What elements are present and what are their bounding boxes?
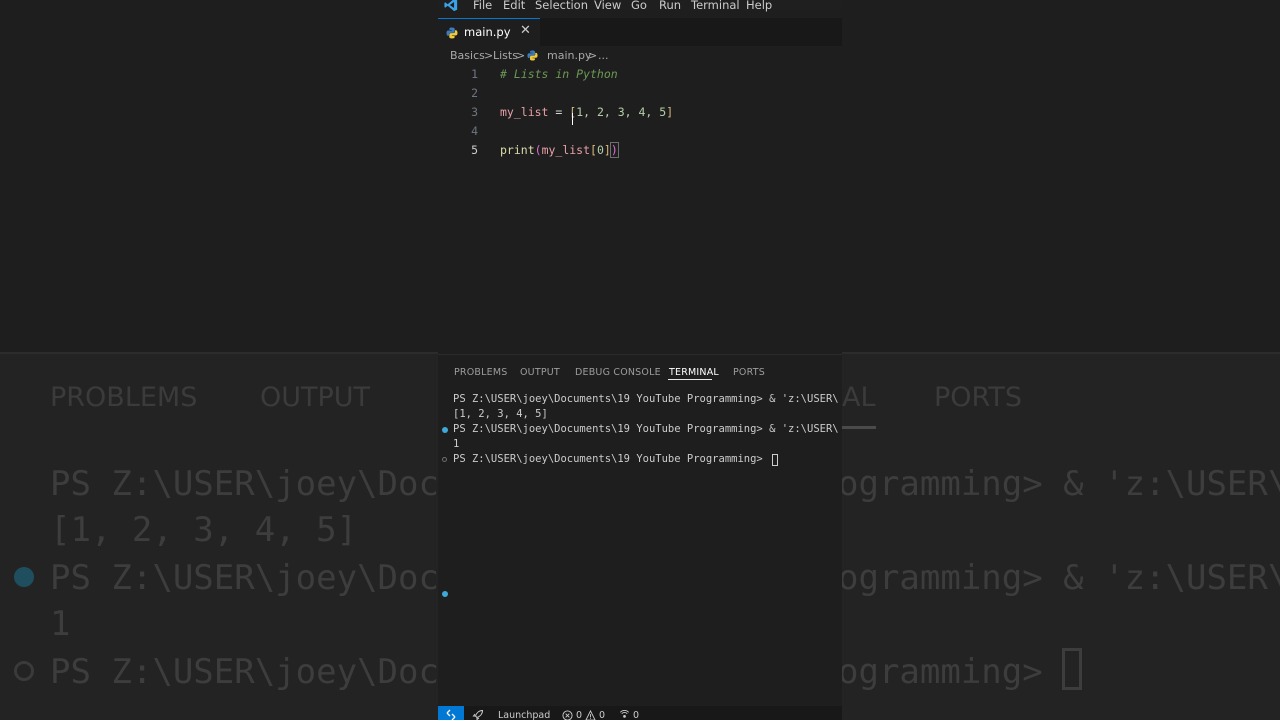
launchpad-label[interactable]: Launchpad: [498, 710, 550, 720]
breadcrumb-main-py[interactable]: main.py: [547, 49, 591, 62]
background-line-right: ogramming> & 'z:\USER\: [838, 558, 1280, 598]
bottom-panel: PROBLEMS OUTPUT DEBUG CONSOLE TERMINAL P…: [438, 354, 842, 707]
tab-debug-console[interactable]: DEBUG CONSOLE: [575, 367, 661, 378]
ports-icon[interactable]: [619, 710, 630, 720]
bracket-token: ]: [666, 105, 674, 119]
variable-token: my_list: [541, 143, 591, 157]
menu-go[interactable]: Go: [631, 0, 647, 12]
background-line-right: ogramming>: [838, 652, 1064, 692]
status-bar: Launchpad 0 0 0: [438, 706, 842, 720]
chevron-right-icon: >: [516, 49, 526, 62]
ports-count[interactable]: 0: [633, 710, 639, 720]
command-pending-dot[interactable]: [442, 457, 447, 462]
menu-file[interactable]: File: [473, 0, 492, 12]
terminal-line: PS Z:\USER\joey\Documents\19 YouTube Pro…: [453, 393, 839, 405]
breadcrumb-basics[interactable]: Basics: [450, 49, 485, 62]
error-icon[interactable]: [562, 710, 573, 720]
background-tab-ports: PORTS: [934, 382, 1022, 413]
line-number: 1: [471, 67, 478, 81]
terminal-line: PS Z:\USER\joey\Documents\19 YouTube Pro…: [453, 423, 839, 435]
line-number: 4: [471, 124, 478, 138]
remote-icon[interactable]: [438, 706, 464, 720]
background-line: [1, 2, 3, 4, 5]: [50, 510, 358, 550]
menu-terminal[interactable]: Terminal: [691, 0, 740, 12]
terminal-cursor: [772, 454, 778, 466]
terminal-decoration-dot: [442, 591, 448, 597]
menu-run[interactable]: Run: [659, 0, 681, 12]
editor-tab-bar: main.py ✕: [438, 18, 842, 46]
background-dot-hollow: [14, 661, 34, 681]
active-tab-underline: [668, 379, 712, 380]
line-number: 2: [471, 86, 478, 100]
vscode-logo-icon: [444, 0, 458, 12]
tab-ports[interactable]: PORTS: [733, 367, 765, 378]
menu-selection[interactable]: Selection: [535, 0, 588, 12]
background-tab-terminal: AL: [842, 382, 876, 413]
python-file-icon: [446, 27, 458, 39]
background-line: PS Z:\USER\joey\Docu: [50, 558, 460, 598]
background-tab-output: OUTPUT: [260, 382, 371, 413]
command-success-dot[interactable]: [442, 427, 448, 433]
background-line: PS Z:\USER\joey\Docu: [50, 652, 460, 692]
panel-tabs: PROBLEMS OUTPUT DEBUG CONSOLE TERMINAL P…: [438, 365, 842, 385]
menu-view[interactable]: View: [594, 0, 621, 12]
menu-edit[interactable]: Edit: [503, 0, 525, 12]
tab-output[interactable]: OUTPUT: [520, 367, 560, 378]
close-icon[interactable]: ✕: [520, 23, 531, 38]
background-tab-underline: [842, 426, 876, 429]
breadcrumb-symbols[interactable]: ...: [598, 49, 609, 62]
menu-bar: File Edit Selection View Go Run Terminal…: [438, 0, 842, 12]
line-number-active: 5: [471, 143, 478, 157]
breadcrumb-lists[interactable]: Lists: [493, 49, 518, 62]
code-line-print: print(my_list[0]): [500, 142, 619, 158]
code-line-assignment: my_list = [1, 2, 3, 4, 5]: [500, 105, 673, 119]
terminal-line: 1: [453, 438, 460, 450]
tab-terminal[interactable]: TERMINAL: [669, 367, 719, 378]
background-line: 1: [50, 604, 71, 644]
background-line: PS Z:\USER\joey\Docu: [50, 464, 460, 504]
list-values-token: 1, 2, 3, 4, 5: [576, 105, 667, 119]
background-line-right: ogramming> & 'z:\USER\: [838, 464, 1280, 504]
rocket-icon: [472, 709, 484, 720]
bracket-token: [: [590, 143, 597, 157]
vscode-window: File Edit Selection View Go Run Terminal…: [438, 0, 842, 720]
chevron-right-icon: >: [588, 49, 598, 62]
terminal-prompt-line: PS Z:\USER\joey\Documents\19 YouTube Pro…: [453, 453, 770, 465]
background-tab-problems: PROBLEMS: [50, 382, 198, 413]
code-editor[interactable]: 1 2 3 4 5 # Lists in Python my_list = [1…: [438, 64, 842, 354]
operator-token: =: [548, 105, 570, 119]
python-file-icon: [527, 50, 538, 61]
tab-main-py[interactable]: main.py ✕: [438, 18, 540, 46]
menu-help[interactable]: Help: [746, 0, 772, 12]
mouse-ibeam-cursor: [572, 113, 575, 125]
warning-icon[interactable]: [585, 710, 596, 720]
code-line-comment: # Lists in Python: [500, 67, 618, 81]
warning-count[interactable]: 0: [599, 710, 605, 720]
error-count[interactable]: 0: [576, 710, 582, 720]
line-number: 3: [471, 105, 478, 119]
bracket-token: ]: [603, 143, 611, 157]
tab-label: main.py: [464, 25, 511, 39]
tab-problems[interactable]: PROBLEMS: [454, 367, 507, 378]
background-dot: [14, 567, 34, 587]
paren-token: (: [534, 143, 542, 157]
function-token: print: [500, 143, 535, 157]
background-cursor: [1062, 648, 1082, 690]
remote-arrows-icon: [446, 709, 456, 720]
index-token: 0: [596, 143, 604, 157]
paren-token-matched: ): [609, 142, 619, 158]
chevron-right-icon: >: [484, 49, 494, 62]
variable-token: my_list: [500, 105, 549, 119]
terminal-line: [1, 2, 3, 4, 5]: [453, 408, 548, 420]
